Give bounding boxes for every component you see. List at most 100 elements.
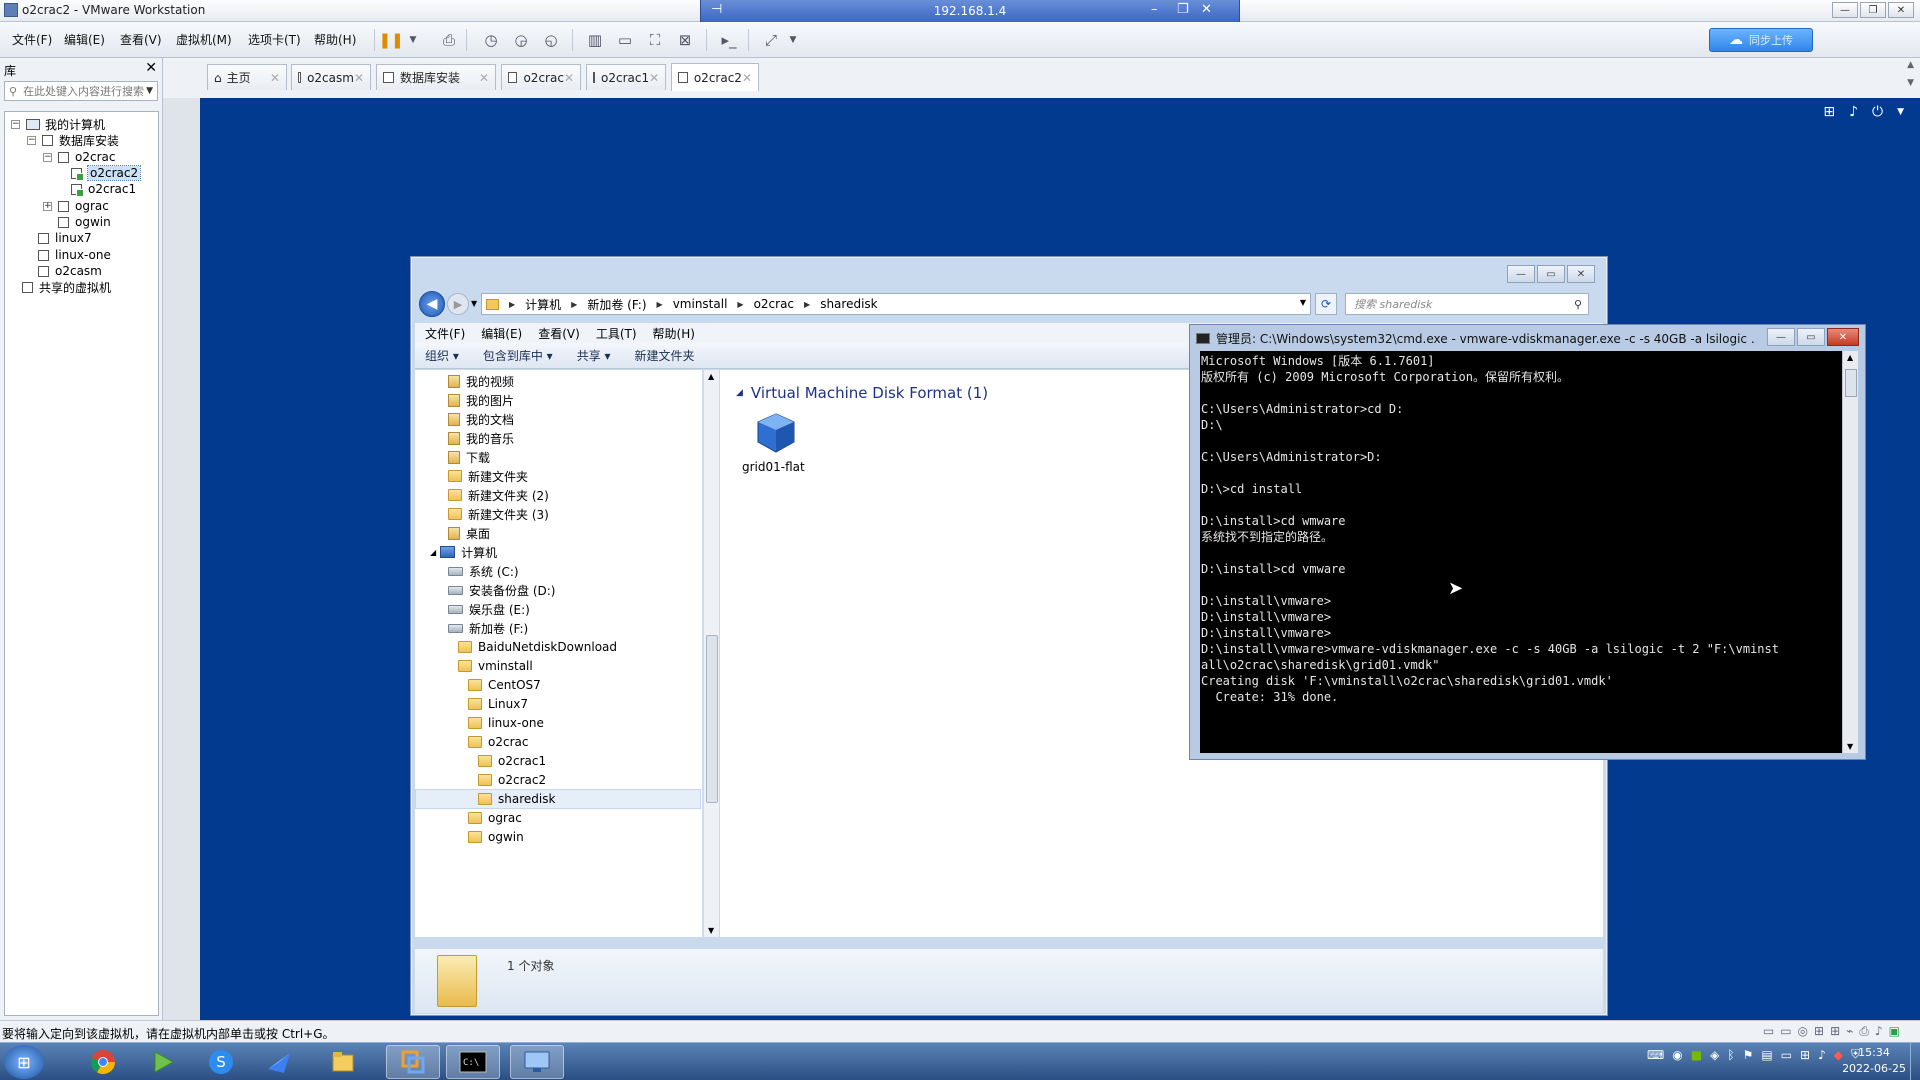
sogou-icon[interactable]: S	[194, 1045, 248, 1079]
tab-home[interactable]: ⌂ 主页 ✕	[207, 64, 287, 90]
tab-o2casm[interactable]: o2casm ✕	[291, 64, 371, 90]
vmware-taskbar-icon[interactable]	[386, 1045, 440, 1079]
revert-snapshot-icon[interactable]: ◶	[510, 29, 532, 51]
breadcrumb-drive-f[interactable]: 新加卷 (F:)	[587, 296, 646, 313]
pause-icon[interactable]: ❚❚	[378, 29, 403, 51]
menu-tabs[interactable]: 选项卡(T)	[248, 31, 301, 48]
tree-vm-o2crac1[interactable]: o2crac1	[71, 180, 136, 198]
cmd-taskbar-icon[interactable]: C:\	[446, 1045, 500, 1079]
scroll-down-icon[interactable]: ▼	[1847, 742, 1853, 751]
stretch-icon[interactable]: ⤢	[760, 29, 782, 51]
security-icon[interactable]: ◉	[1672, 1048, 1682, 1062]
file-explorer-icon[interactable]	[316, 1045, 370, 1079]
expand-icon[interactable]: +	[43, 201, 52, 211]
pause-dropdown-icon[interactable]: ▼	[402, 29, 424, 51]
nav-item[interactable]: 我的视频	[448, 372, 514, 390]
network-icon[interactable]: ⊞	[1830, 1024, 1840, 1039]
app-tray-icon[interactable]: ◈	[1710, 1048, 1719, 1062]
nav-item[interactable]: o2crac	[468, 733, 528, 751]
collapse-icon[interactable]: −	[27, 135, 36, 145]
close-tab-icon[interactable]: ✕	[649, 71, 659, 85]
nav-item[interactable]: linux-one	[468, 714, 544, 732]
remote-restore-icon[interactable]: ❐	[1177, 2, 1189, 17]
breadcrumb-computer[interactable]: 计算机	[525, 296, 561, 313]
display-icon[interactable]: ▭	[1781, 1048, 1792, 1062]
nav-item[interactable]: o2crac1	[478, 752, 546, 770]
nav-item[interactable]: 系统 (C:)	[448, 562, 519, 580]
explorer-menu-file[interactable]: 文件(F)	[425, 325, 465, 342]
scroll-up-icon[interactable]: ▲	[708, 372, 714, 381]
start-button[interactable]: ⊞	[4, 1045, 44, 1079]
maximize-button[interactable]: ❐	[1860, 2, 1886, 18]
history-dropdown-icon[interactable]: ▼	[471, 299, 477, 308]
fullscreen-icon[interactable]: ⛶	[644, 29, 666, 51]
forward-button[interactable]: ▶	[447, 293, 469, 315]
hdd-icon[interactable]: ▭	[1763, 1024, 1774, 1039]
snapshot-icon[interactable]: ◷	[480, 29, 502, 51]
scroll-thumb[interactable]	[1845, 369, 1857, 397]
console-scrollbar[interactable]: ▲ ▼	[1842, 351, 1858, 753]
explorer-maximize-button[interactable]: ▭	[1537, 265, 1565, 283]
share-button[interactable]: 共享 ▾	[577, 347, 611, 364]
sound-icon[interactable]: ♪	[1875, 1024, 1883, 1039]
cmd-maximize-button[interactable]: ▭	[1797, 328, 1825, 346]
nav-item[interactable]: 新建文件夹 (2)	[448, 486, 549, 504]
explorer-menu-edit[interactable]: 编辑(E)	[481, 325, 522, 342]
nav-item[interactable]: BaiduNetdiskDownload	[458, 638, 617, 656]
cmd-close-button[interactable]: ✕	[1827, 328, 1859, 346]
vmdk-file-icon[interactable]	[754, 412, 798, 454]
tab-o2crac1[interactable]: o2crac1 ✕	[586, 64, 666, 90]
nav-item[interactable]: 我的文档	[448, 410, 514, 428]
tab-o2crac2[interactable]: o2crac2 ✕	[671, 63, 759, 91]
include-in-library-button[interactable]: 包含到库中 ▾	[483, 347, 553, 364]
show-desktop-button[interactable]	[1910, 1043, 1920, 1080]
thumbnail-view-icon[interactable]: ▭	[614, 29, 636, 51]
explorer-menu-view[interactable]: 查看(V)	[538, 325, 580, 342]
group-header[interactable]: ◢ Virtual Machine Disk Format (1)	[736, 384, 988, 402]
collapse-icon[interactable]: −	[11, 119, 20, 129]
tab-db-install[interactable]: 数据库安装 ✕	[376, 64, 496, 90]
nav-item[interactable]: o2crac2	[478, 771, 546, 789]
breadcrumb-sharedisk[interactable]: sharedisk	[820, 297, 877, 311]
nav-item[interactable]: 新建文件夹 (3)	[448, 505, 549, 523]
send-keys-icon[interactable]: ⎙	[438, 29, 460, 51]
close-tab-icon[interactable]: ✕	[564, 71, 574, 85]
close-tab-icon[interactable]: ✕	[479, 71, 489, 85]
console-output[interactable]: Microsoft Windows [版本 6.1.7601] 版权所有 (c) …	[1200, 351, 1842, 753]
menu-view[interactable]: 查看(V)	[120, 31, 162, 48]
feishu-icon[interactable]	[252, 1045, 306, 1079]
file-name[interactable]: grid01-flat	[742, 460, 805, 474]
organize-button[interactable]: 组织 ▾	[425, 347, 459, 364]
unity-icon[interactable]: ⊠	[674, 29, 696, 51]
chevron-down-icon[interactable]: ▼	[146, 86, 153, 96]
snapshot-manager-icon[interactable]: ◵	[540, 29, 562, 51]
nav-item[interactable]: 娱乐盘 (E:)	[448, 600, 530, 618]
tab-scroll-down-icon[interactable]: ▼	[1907, 78, 1914, 88]
nav-item[interactable]: ograc	[468, 809, 522, 827]
sync-upload-button[interactable]: ☁ 同步上传	[1709, 28, 1813, 52]
usb-icon[interactable]: ⌁	[1846, 1024, 1853, 1039]
breadcrumb-o2crac[interactable]: o2crac	[754, 297, 794, 311]
library-view-icon[interactable]: ▥	[584, 29, 606, 51]
menu-vm[interactable]: 虚拟机(M)	[176, 31, 232, 48]
nav-item-selected[interactable]: sharedisk	[415, 789, 701, 809]
chrome-icon[interactable]	[76, 1045, 130, 1079]
volume-icon[interactable]: ♪	[1818, 1048, 1826, 1062]
menu-file[interactable]: 文件(F)	[12, 31, 52, 48]
nav-item[interactable]: vminstall	[458, 657, 533, 675]
message-icon[interactable]: ▣	[1889, 1024, 1900, 1039]
bluetooth-icon[interactable]: ᛒ	[1727, 1048, 1734, 1062]
remote-close-icon[interactable]: ✕	[1201, 2, 1212, 17]
nav-item[interactable]: 我的图片	[448, 391, 514, 409]
minimize-button[interactable]: —	[1832, 2, 1858, 18]
explorer-menu-tools[interactable]: 工具(T)	[596, 325, 637, 342]
tree-vm-linux7[interactable]: linux7	[38, 229, 92, 247]
media-player-icon[interactable]	[136, 1045, 190, 1079]
cdrom-icon[interactable]: ◎	[1798, 1024, 1808, 1039]
chevron-down-icon[interactable]: ▼	[1300, 298, 1306, 307]
network-icon[interactable]: ⊞	[1814, 1024, 1824, 1039]
close-tab-icon[interactable]: ✕	[270, 71, 280, 85]
nav-scrollbar[interactable]: ▲ ▼	[703, 370, 719, 937]
explorer-search-input[interactable]: 搜索 sharedisk ⚲	[1345, 293, 1589, 315]
close-tab-icon[interactable]: ✕	[354, 71, 364, 85]
